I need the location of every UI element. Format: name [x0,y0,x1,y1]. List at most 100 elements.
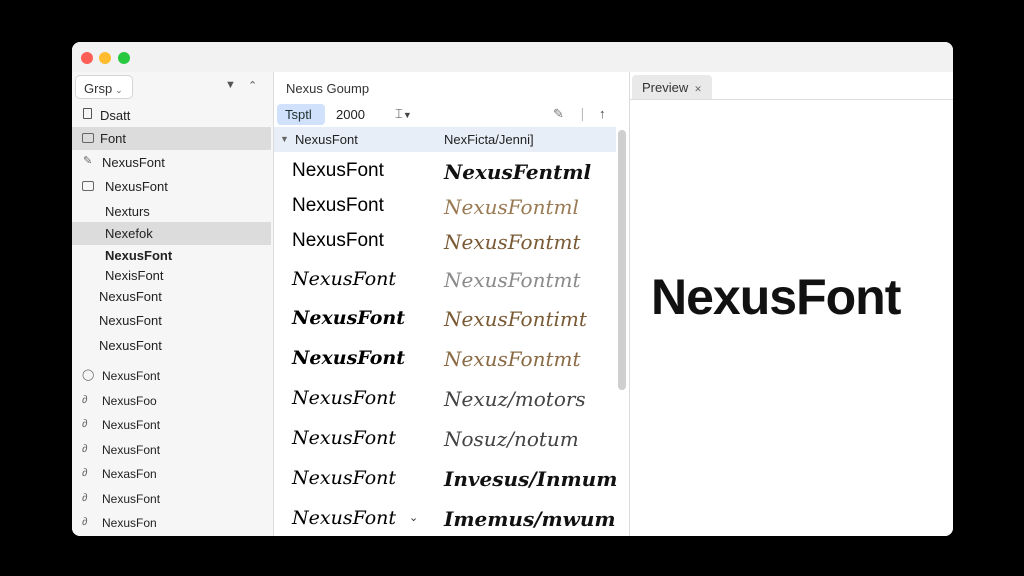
font-name: NexusFont [292,427,397,449]
font-row[interactable]: NexusFont NexusFontimt [274,299,616,337]
font-row[interactable]: NexusFont ⌄ Imemus/mwum [274,499,616,536]
header-font-name: NexusFont [295,132,358,147]
text-tool-icon: ⌶ [395,106,403,121]
chevron-down-icon[interactable]: ⌄ [409,511,418,524]
vertical-scrollbar[interactable] [618,130,626,390]
sidebar-item[interactable]: ∂ NexusFont [72,439,271,462]
font-sample: NexusFontmt [444,268,581,292]
font-name: NexusFont [292,347,406,369]
sidebar-item[interactable]: ✎ NexusFont [72,151,271,174]
sidebar-item[interactable]: ◯ NexusFont [72,365,271,388]
sidebar-item[interactable]: ∂ NexusFont [72,488,271,511]
sidebar-item-selected[interactable]: Nexefok [72,222,271,245]
pencil-icon: ✎ [83,155,93,167]
search-input[interactable]: Tsptl [277,104,325,125]
divider-icon: ❘ [577,106,588,121]
sidebar-header: Grsp ⌄ ▼ ⌃ [72,72,273,102]
disclosure-triangle-icon[interactable]: ▼ [280,134,289,144]
font-name: NexusFont [292,160,384,181]
group-dropdown[interactable]: Grsp ⌄ [75,75,133,99]
sidebar-item-label: NexusFont [99,338,162,353]
font-row[interactable]: NexusFont NexusFontmt [274,260,616,298]
sidebar-item[interactable]: ∂ NexusFon [72,512,271,535]
font-row[interactable]: NexusFont Nexuz/motors [274,379,616,417]
sidebar-item[interactable]: ∂ NexasFon [72,463,271,486]
circle-icon: ◯ [82,369,95,381]
link-icon: ∂ [82,443,88,455]
font-name: NexusFont [292,307,406,329]
font-name: NexusFont [292,387,397,409]
font-name: NexusFont [292,507,397,529]
sidebar-item[interactable]: NexisFont [72,264,271,287]
text-style-dropdown[interactable]: ⌶▼ [395,106,412,122]
link-icon: ∂ [82,516,88,528]
caret-down-icon[interactable]: ▼ [225,79,236,91]
font-row[interactable]: NexusFont NexusFontml [274,187,616,225]
font-family-header-row[interactable]: ▼ NexusFont NexFicta/Jenni] [274,127,616,152]
sidebar-item-label: Dsatt [100,108,131,123]
font-sample: Invesus/Inmum [444,467,618,491]
sidebar-item-selected[interactable]: Font [72,127,271,150]
caret-down-icon: ▼ [402,110,412,120]
font-name: NexusFont [292,230,384,251]
link-icon: ∂ [82,492,88,504]
sidebar-item-label: Font [100,131,127,146]
sidebar-item[interactable]: Nexturs [72,200,271,223]
font-name: NexusFont [292,467,397,489]
tab-preview[interactable]: Preview ✕ [632,75,712,99]
header-font-sample: NexFicta/Jenni] [444,132,534,147]
font-sample: NexusFontimt [444,307,587,331]
font-sample: Nosuz/notum [444,427,579,451]
folder-icon [82,181,94,191]
font-list: ▼ NexusFont NexFicta/Jenni] NexusFont Ne… [274,127,618,536]
collection-title: Nexus Goump [286,81,370,96]
minimize-window-button[interactable] [99,52,111,64]
sidebar-item[interactable]: NexusFont [72,285,271,308]
sidebar-item-label: NexasFon [102,467,157,481]
preview-pane: Preview ✕ NexusFont [630,72,953,536]
sidebar-item[interactable]: ∂ NexusFoo [72,390,271,413]
group-dropdown-label: Grsp [84,81,113,96]
link-icon: ∂ [82,394,88,406]
sidebar-item-label: NexusFont [102,492,161,506]
font-list-toolbar: Tsptl 2000 ⌶▼ ✎ ❘ ↑ [274,102,629,127]
link-icon: ∂ [82,467,88,479]
sidebar-item-label: Nexefok [105,226,153,241]
document-icon [83,108,92,119]
link-icon: ∂ [82,418,88,430]
font-row[interactable]: NexusFont Nosuz/notum [274,419,616,457]
sidebar-item[interactable]: NexusFont [72,175,271,198]
chevron-down-icon: ⌄ [115,85,123,95]
font-name: NexusFont [292,268,397,290]
sidebar: Grsp ⌄ ▼ ⌃ Dsatt Font ✎ NexusFont NexusFo… [72,72,274,536]
font-row[interactable]: NexusFont NexusFontmt [274,222,616,260]
sidebar-item-label: NexusFon [102,516,157,530]
chevron-up-icon[interactable]: ⌃ [248,79,257,92]
font-name: NexusFont [292,195,384,216]
size-field[interactable]: 2000 [336,107,365,122]
sidebar-item-label: NexusFont [99,289,162,304]
preview-tab-divider [630,99,953,100]
font-manager-window: Grsp ⌄ ▼ ⌃ Dsatt Font ✎ NexusFont NexusFo… [72,42,953,536]
sidebar-item[interactable]: NexusFont [72,309,271,332]
zoom-window-button[interactable] [118,52,130,64]
font-sample: NexusFentml [444,160,592,184]
folder-icon [82,133,94,143]
preview-sample-text: NexusFont [651,269,901,325]
sort-up-icon[interactable]: ↑ [599,106,606,121]
font-row[interactable]: NexusFont NexusFontmt [274,339,616,377]
sidebar-item-label: NexusFont [102,155,165,170]
font-row[interactable]: NexusFont NexusFentml [274,152,616,190]
sidebar-item[interactable]: Dsatt [72,104,271,127]
sidebar-item-label: NexusFont [102,369,161,383]
font-sample: Nexuz/motors [444,387,586,411]
sidebar-item[interactable]: ∂ NexusFont [72,414,271,437]
close-icon[interactable]: ✕ [694,84,702,94]
close-window-button[interactable] [81,52,93,64]
sidebar-item-label: NexusFont [105,248,173,263]
font-row[interactable]: NexusFont Invesus/Inmum [274,459,618,497]
sidebar-item-label: NexusFont [99,313,162,328]
sidebar-item-label: NexisFont [105,268,164,283]
brush-icon[interactable]: ✎ [553,106,564,122]
sidebar-item[interactable]: NexusFont [72,334,271,357]
